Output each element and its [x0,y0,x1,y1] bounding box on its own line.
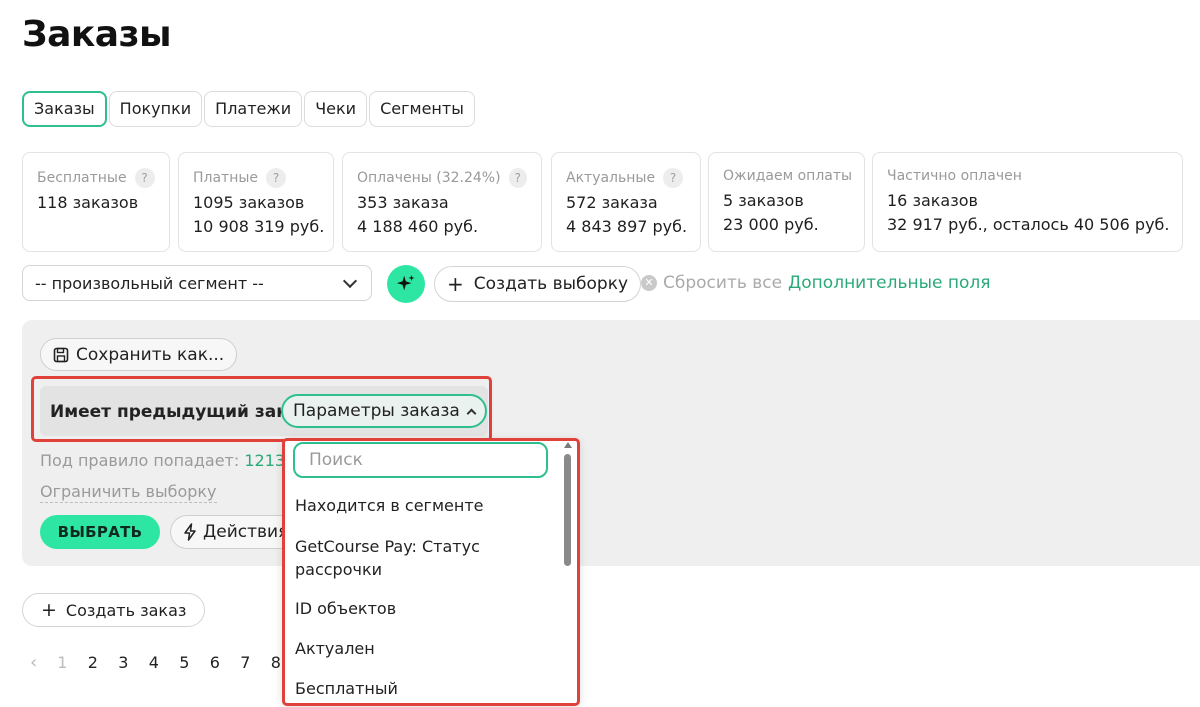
tab-orders[interactable]: Заказы [22,91,107,127]
close-circle-icon: ✕ [641,275,657,291]
stat-label: Частично оплачен [887,168,1022,184]
actions-button[interactable]: Действия [170,515,283,549]
stat-value: 572 заказа [566,193,658,212]
page-title: Заказы [22,14,172,55]
help-icon[interactable]: ? [134,168,155,188]
ai-sparkle-button[interactable] [387,265,425,303]
highlight-box-dropdown [282,438,580,706]
stat-value: 23 000 руб. [723,215,819,234]
stat-card-paid-off[interactable]: Оплачены (32.24%) ? 353 заказа 4 188 460… [342,152,542,252]
create-order-button[interactable]: + Создать заказ [22,593,206,627]
lightning-icon [184,523,196,541]
chevron-left-icon[interactable]: ‹ [30,652,37,673]
pagination: ‹ 1 2 3 4 5 6 7 8 [30,652,301,673]
tab-purchases[interactable]: Покупки [108,91,203,127]
select-button[interactable]: ВЫБРАТЬ [40,515,160,549]
reset-all-button[interactable]: ✕ Сбросить все [641,273,782,293]
stat-card-partial[interactable]: Частично оплачен 16 заказов 32 917 руб.,… [872,152,1183,252]
save-as-label: Сохранить как... [76,344,225,365]
chevron-down-icon [342,273,358,288]
page-link[interactable]: 7 [240,653,271,672]
segment-select[interactable]: -- произвольный сегмент -- [22,265,372,301]
reset-all-label: Сбросить все [663,273,783,293]
stat-label: Бесплатные [37,170,127,186]
stat-value: 5 заказов [723,191,804,210]
stat-card-free[interactable]: Бесплатные ? 118 заказов [22,152,170,252]
create-selection-label: Создать выборку [473,274,629,294]
stat-card-actual[interactable]: Актуальные ? 572 заказа 4 843 897 руб. [551,152,701,252]
stat-value: 353 заказа [357,193,449,212]
stat-card-paid[interactable]: Платные ? 1095 заказов 10 908 319 руб. [178,152,334,252]
stat-value: 4 188 460 руб. [357,217,479,236]
stat-value: 10 908 319 руб. [193,217,325,236]
page-link[interactable]: 2 [88,653,119,672]
segment-select-value: -- произвольный сегмент -- [35,273,264,293]
stat-label: Оплачены (32.24%) [357,170,501,186]
rule-count-label: Под правило попадает: [40,451,240,470]
page-link[interactable]: 4 [149,653,180,672]
save-as-button[interactable]: Сохранить как... [40,338,238,371]
tab-receipts[interactable]: Чеки [304,91,368,127]
stat-label: Актуальные [566,170,656,186]
tab-segments[interactable]: Сегменты [369,91,475,127]
stat-value: 4 843 897 руб. [566,217,688,236]
page-link: 1 [57,653,68,672]
page-link[interactable]: 6 [210,653,241,672]
plus-icon: + [447,272,464,296]
help-icon[interactable]: ? [508,168,527,188]
help-icon[interactable]: ? [266,168,287,188]
save-icon [53,347,69,362]
stat-value: 16 заказов [887,191,978,210]
stat-value: 118 заказов [37,193,139,212]
tab-payments[interactable]: Платежи [204,91,303,127]
highlight-box-rule [31,376,492,442]
actions-label: Действия [203,522,283,542]
rule-count: Под правило попадает: 1213 [40,451,285,470]
stat-value: 32 917 руб., осталось 40 506 руб. [887,215,1170,234]
limit-selection-link[interactable]: Ограничить выборку [40,482,217,503]
stat-value: 1095 заказов [193,193,305,212]
page-link[interactable]: 3 [118,653,149,672]
create-selection-button[interactable]: + Создать выборку [434,266,642,302]
create-order-label: Создать заказ [65,600,187,620]
tab-bar: Заказы Покупки Платежи Чеки Сегменты [22,91,477,127]
extra-fields-link[interactable]: Дополнительные поля [788,273,990,293]
stat-label: Ожидаем оплаты [723,168,853,184]
page-link[interactable]: 5 [179,653,210,672]
plus-icon: + [41,598,57,621]
rule-count-value[interactable]: 1213 [244,451,285,470]
sparkle-icon [396,274,415,291]
stat-label: Платные [193,170,259,186]
help-icon[interactable]: ? [663,168,684,188]
stat-card-awaiting[interactable]: Ожидаем оплаты 5 заказов 23 000 руб. [708,152,865,252]
